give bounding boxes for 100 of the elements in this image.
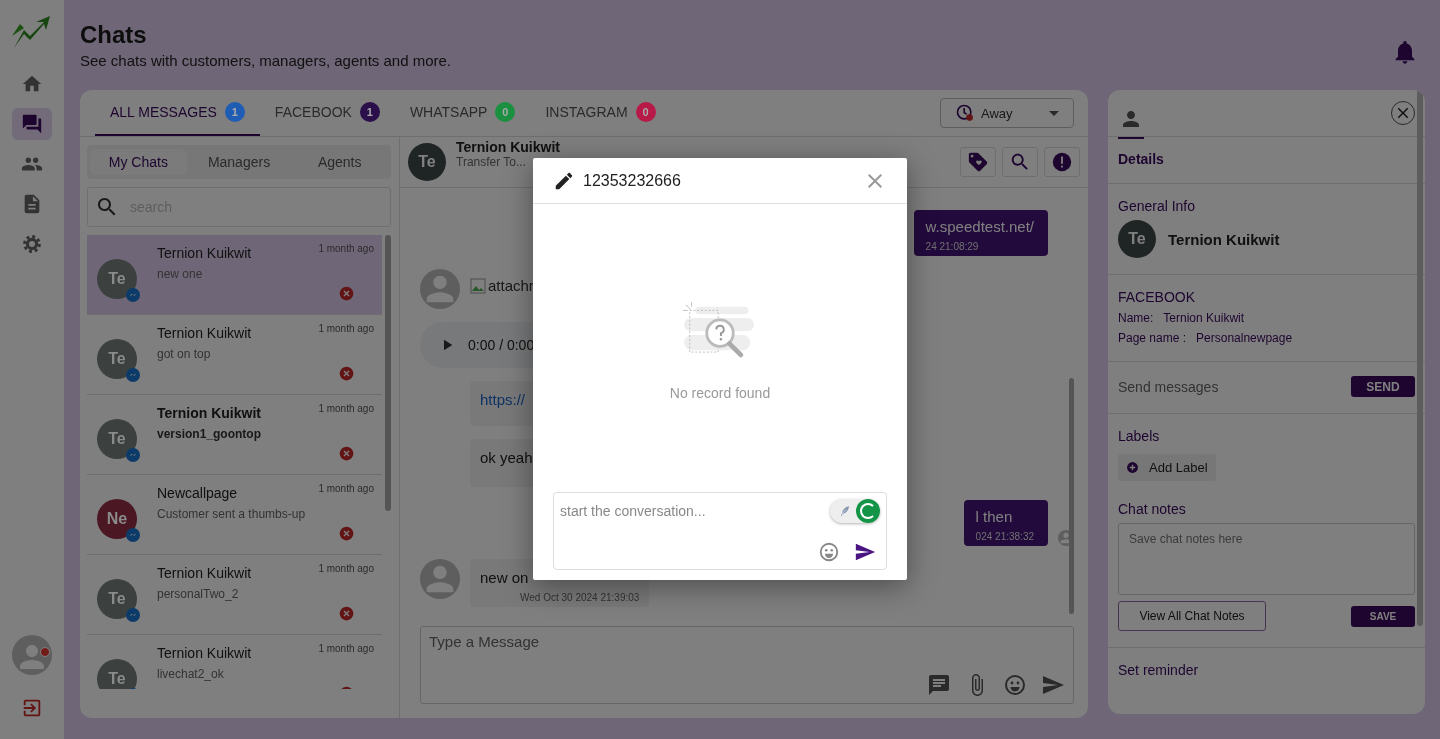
subtab[interactable]: Agents <box>291 149 388 175</box>
subtab[interactable]: Managers <box>190 149 288 175</box>
conversation-item[interactable]: Te Ternion Kuikwit personalTwo_2 1 month ago <box>87 555 382 635</box>
message-preview: Customer sent a thumbs-up <box>157 507 307 521</box>
page-subtitle: See chats with customers, managers, agents and more. <box>80 52 452 69</box>
tab-label: ALL MESSAGES <box>110 104 217 120</box>
contact-name: Ternion Kuikwit <box>157 405 262 421</box>
tab-label: INSTAGRAM <box>545 104 628 120</box>
message-text: ok yeah <box>480 449 534 466</box>
user-avatar[interactable] <box>12 635 52 675</box>
initials-avatar: Te <box>97 339 137 379</box>
field-value: Ternion Kuikwit <box>1163 311 1245 325</box>
timestamp: 1 month ago <box>318 323 374 334</box>
message-preview: got on top <box>157 347 212 361</box>
count-badge: 1 <box>359 102 380 122</box>
close-circle-icon <box>339 526 354 541</box>
section-label: Set reminder <box>1118 662 1200 678</box>
settings-icon <box>21 233 43 255</box>
emoji-icon <box>818 541 840 563</box>
contact-name: Ternion Kuikwit <box>157 565 253 581</box>
labels-button[interactable] <box>960 147 996 177</box>
search-button[interactable] <box>1002 147 1038 177</box>
view-notes-button[interactable]: View All Chat Notes <box>1118 601 1266 631</box>
timestamp: 1 month ago <box>318 243 374 254</box>
logout-button[interactable] <box>21 697 43 719</box>
message-preview: new one <box>157 267 204 281</box>
contact-name: Ternion Kuikwit <box>1168 230 1280 248</box>
field-value: Personalnewpage <box>1196 331 1293 345</box>
conversation-item[interactable]: Ne Newcallpage Customer sent a thumbs-up 1 month ago <box>87 475 382 555</box>
initials-avatar: Te <box>97 419 137 459</box>
timestamp: 1 month ago <box>318 403 374 414</box>
message-text: l then <box>975 508 1014 525</box>
info-button[interactable] <box>1044 147 1080 177</box>
message-preview: version1_goontop <box>157 427 262 441</box>
tag-icon <box>967 151 989 173</box>
message-input[interactable]: Type a Message <box>420 626 1074 704</box>
search-icon <box>1009 151 1031 173</box>
status-dropdown[interactable]: Away <box>940 98 1074 128</box>
section-label: FACEBOOK <box>1118 289 1197 305</box>
timestamp: 1 month ago <box>318 483 374 494</box>
scrollbar[interactable] <box>1417 90 1423 626</box>
channel-tab[interactable]: FACEBOOK 1 <box>259 90 395 136</box>
channel-tab[interactable]: INSTAGRAM 0 <box>530 90 671 136</box>
caret-icon <box>1049 110 1059 116</box>
nav-item[interactable] <box>12 108 52 140</box>
send-button[interactable]: SEND <box>1351 376 1415 397</box>
field-label: Name: <box>1118 311 1154 325</box>
section-heading: Details <box>1118 151 1165 167</box>
channel-tab[interactable]: WHATSAPP 0 <box>394 90 531 136</box>
save-button[interactable]: SAVE <box>1351 605 1415 627</box>
initials-avatar: Ne <box>97 499 137 539</box>
scrollbar[interactable] <box>1069 378 1074 614</box>
close-circle-icon <box>339 286 354 301</box>
tab-label: FACEBOOK <box>274 104 352 120</box>
toggle-switch[interactable] <box>830 499 880 523</box>
count-badge: 1 <box>224 102 245 122</box>
feather-icon <box>838 504 852 518</box>
message-time: Wed Oct 30 2024 21:39:03 <box>519 592 640 603</box>
section-label: Send messages <box>1118 378 1220 395</box>
timestamp: 1 month ago <box>318 563 374 574</box>
logout-icon <box>21 697 43 719</box>
conversation-item[interactable]: Te Ternion Kuikwit version1_goontop 1 month ago <box>87 395 382 475</box>
notes-field[interactable]: Save chat notes here <box>1118 523 1415 595</box>
initials-avatar: Te <box>97 579 137 619</box>
send-icon <box>1041 673 1065 697</box>
messenger-icon <box>126 608 140 622</box>
message-text: w.speedtest.net/ <box>925 218 1034 235</box>
send-icon <box>854 541 876 563</box>
message-input[interactable]: start the conversation... <box>553 492 887 570</box>
close-circle-icon <box>339 606 354 621</box>
plus-circle-icon <box>1126 461 1139 474</box>
field-label: Page name : <box>1118 331 1187 345</box>
count-badge: 0 <box>635 102 656 122</box>
page-title: Chats <box>80 20 148 50</box>
attachment-text: attachr <box>488 277 534 294</box>
section-label: General Info <box>1118 198 1197 214</box>
chat-bubbles-icon <box>21 113 43 135</box>
message-preview: personalTwo_2 <box>157 587 240 601</box>
contact-name: Newcallpage <box>157 485 239 501</box>
channel-tab[interactable]: ALL MESSAGES 1 <box>95 90 260 136</box>
conversation-item[interactable]: Te Ternion Kuikwit new one 1 month ago <box>87 235 382 315</box>
dialog-title: 12353232666 <box>583 171 681 190</box>
initials-avatar: Te <box>1118 220 1156 258</box>
message-time: 024 21:38:32 <box>975 531 1034 542</box>
exclamation-icon <box>1051 151 1073 173</box>
message-icon <box>927 673 951 697</box>
conversation-item[interactable]: Te Ternion Kuikwit livechat2_ok 1 month ago <box>87 635 382 689</box>
contact-name: Ternion Kuikwit <box>157 325 253 341</box>
initials-avatar: Te <box>97 659 137 689</box>
emoji-icon <box>1003 673 1027 697</box>
add-label-button[interactable]: Add Label <box>1118 454 1216 481</box>
close-circle-icon <box>339 446 354 461</box>
close-circle-icon <box>339 366 354 381</box>
subtab[interactable]: My Chats <box>90 149 187 175</box>
messenger-icon <box>126 288 140 302</box>
scrollbar[interactable] <box>385 235 391 511</box>
conversation-item[interactable]: Te Ternion Kuikwit got on top 1 month ago <box>87 315 382 395</box>
clock-icon <box>955 103 975 123</box>
contact-name: Ternion Kuikwit <box>157 245 253 261</box>
message-preview: livechat2_ok <box>157 667 225 681</box>
